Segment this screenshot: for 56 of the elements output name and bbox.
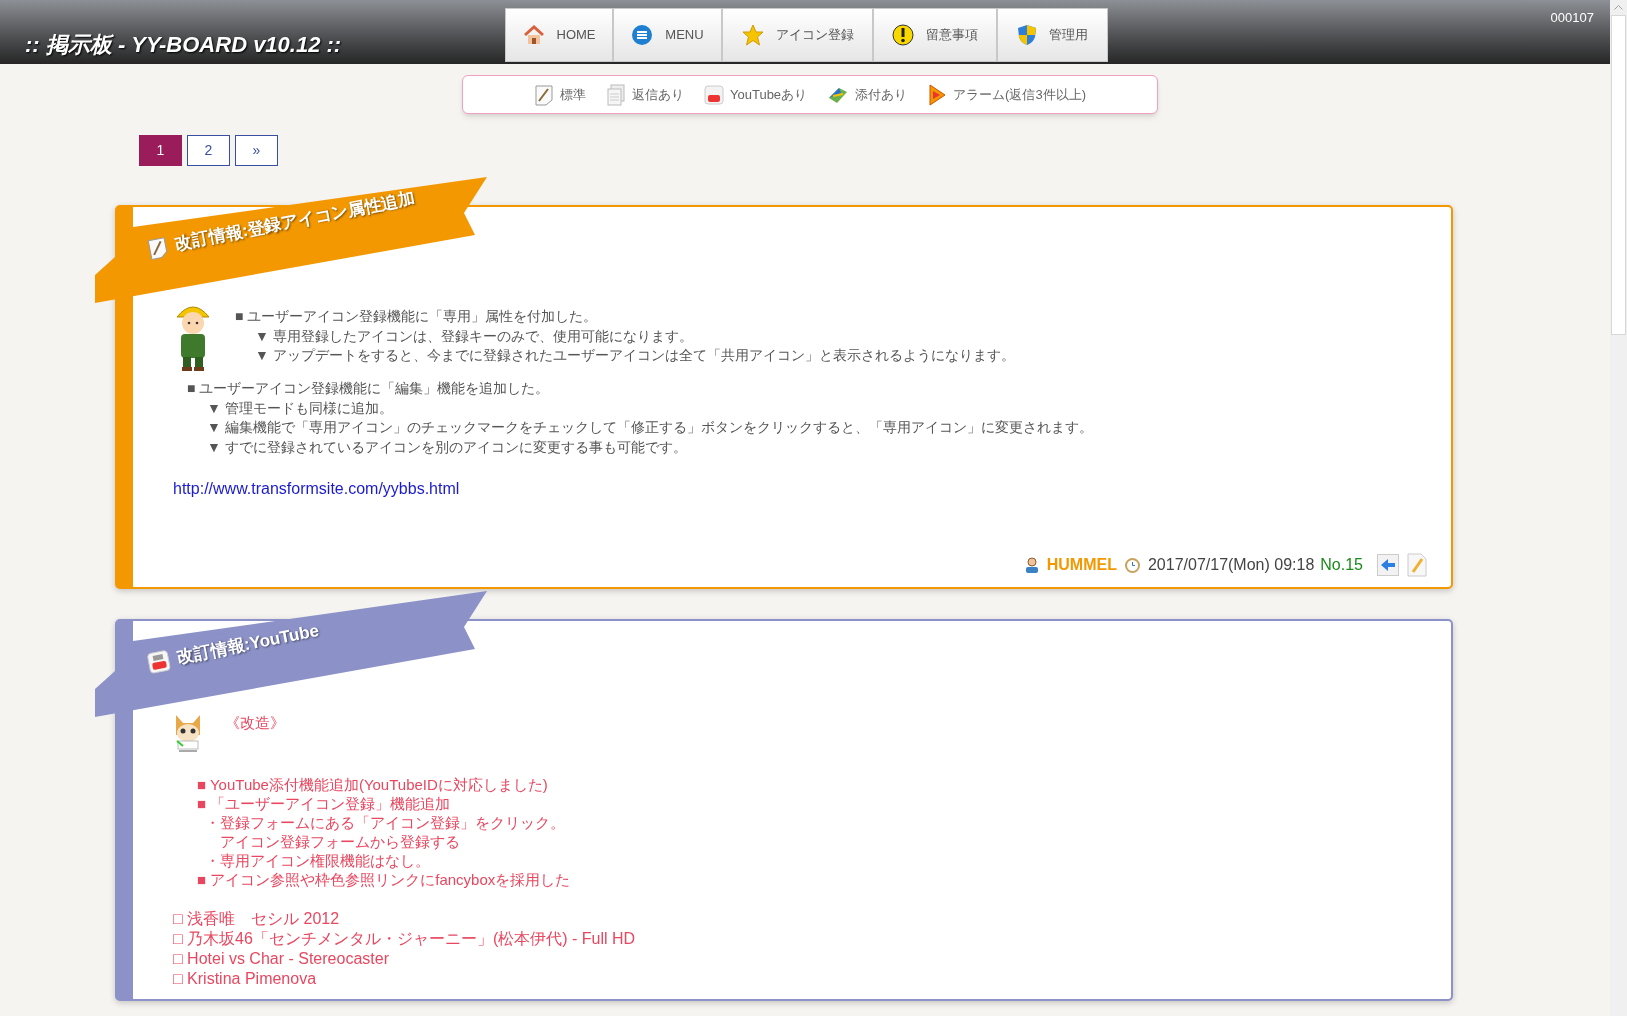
- post-title: 改訂情報:YouTube: [175, 620, 322, 670]
- page-link[interactable]: 1: [139, 135, 182, 166]
- edit-pencil-icon[interactable]: [1407, 553, 1427, 577]
- scroll-up-icon[interactable]: [1614, 5, 1623, 10]
- legend-label: YouTubeあり: [730, 85, 808, 104]
- sub-item: アイコン登録フォームから登録する: [219, 832, 461, 851]
- site-title: :: 掲示板 - YY-BOARD v10.12 ::: [25, 31, 342, 59]
- clock-icon: [1124, 557, 1140, 573]
- sub-item: ・登録フォームにある「アイコン登録」をクリック。: [204, 813, 566, 832]
- page-link[interactable]: 2: [187, 135, 230, 166]
- post-title: 改訂情報:登録アイコン属性追加: [173, 187, 418, 256]
- list-item: ■ ユーザーアイコン登録機能に「編集」機能を追加した。: [187, 379, 551, 398]
- visit-counter: 000107: [1550, 9, 1594, 27]
- sub-item: ▼ 専用登録したアイコンは、登録キーのみで、使用可能になります。: [254, 326, 694, 346]
- avatar-drawing: [173, 713, 203, 753]
- nav-button[interactable]: MENU: [613, 8, 722, 62]
- legend-label: 標準: [560, 85, 586, 104]
- menu-icon[interactable]: [631, 24, 654, 46]
- sub-item: ▼ アップデートをすると、今までに登録されたユーザーアイコンは全て「共用アイコン」と表示されるようになります。: [254, 346, 1015, 365]
- video-link[interactable]: □ Hotei vs Char - Stereocaster: [173, 949, 389, 969]
- nav-button[interactable]: HOME: [505, 8, 613, 62]
- nav-button[interactable]: 管理用: [997, 8, 1108, 62]
- shield-icon[interactable]: [1017, 24, 1037, 46]
- video-link[interactable]: □ 乃木坂46「センチメンタル・ジャーニー」(松本伊代) - Full HD: [173, 929, 636, 949]
- post-link[interactable]: http://www.transformsite.com/yybbs.html: [173, 477, 460, 501]
- post-date: 2017/07/17(Mon) 09:18: [1147, 555, 1315, 575]
- user-icon: [1024, 557, 1039, 573]
- list-item: ■ YouTube添付機能追加(YouTubeIDに対応しました): [197, 775, 549, 794]
- note-icon: [534, 83, 554, 106]
- nav-button[interactable]: 留意事項: [873, 8, 997, 62]
- sub-item: ▼ 編集機能で「専用アイコン」のチェックマークをチェックして「修正する」ボタンをクリックすると、「専用アイコン」に変更されます。: [206, 418, 1094, 437]
- note-icon: [145, 235, 170, 261]
- sub-item: ▼ すでに登録されているアイコンを別のアイコンに変更する事も可能です。: [206, 437, 688, 457]
- star-icon[interactable]: [741, 24, 764, 46]
- list-item: ■ ユーザーアイコン登録機能に「専用」属性を付加した。: [235, 307, 599, 326]
- author-name: HUMMEL: [1046, 555, 1117, 575]
- post-number: No.15: [1320, 555, 1363, 575]
- scrollbar[interactable]: [1610, 0, 1627, 1016]
- legend-label: 添付あり: [855, 85, 908, 104]
- scrollbar-thumb[interactable]: [1611, 15, 1626, 335]
- page-link[interactable]: »: [235, 135, 278, 166]
- legend-label: 返信あり: [632, 85, 684, 104]
- video-link[interactable]: □ Kristina Pimenova: [173, 969, 317, 989]
- alarm-icon: [927, 83, 948, 106]
- legend-label: アラーム(返信3件以上): [953, 85, 1086, 104]
- video-icon: [704, 84, 724, 105]
- nav-button[interactable]: アイコン登録: [722, 8, 873, 62]
- video-link[interactable]: □ 浅香唯 セシル 2012: [173, 909, 340, 929]
- list-item: ■ 「ユーザーアイコン登録」機能追加: [197, 794, 452, 813]
- sub-item: ・専用アイコン権限機能はなし。: [204, 851, 431, 870]
- warning-icon[interactable]: [892, 24, 914, 46]
- list-item: ■ アイコン参照や枠色参照リンクにfancyboxを採用した: [197, 870, 572, 889]
- document-icon: [606, 83, 626, 106]
- sub-item: ▼ 管理モードも同様に追加。: [206, 398, 394, 418]
- post-heading: 《改造》: [225, 713, 285, 733]
- home-icon[interactable]: [522, 25, 545, 45]
